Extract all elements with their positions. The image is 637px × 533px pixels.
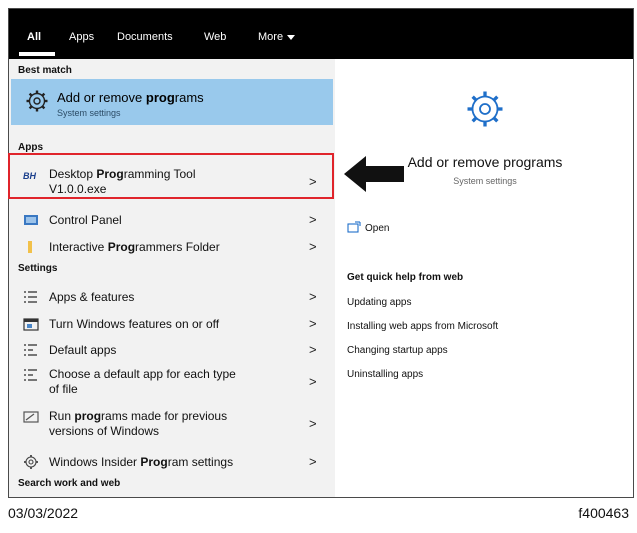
best-match-item[interactable]: Add or remove programs System settings (11, 79, 333, 125)
list-icon (24, 344, 37, 356)
tab-apps[interactable]: Apps (69, 31, 94, 43)
best-match-title: Add or remove programs (57, 90, 204, 105)
setting-label-post: rams made for previous (101, 409, 228, 423)
section-settings: Settings (18, 263, 58, 274)
chevron-right-icon[interactable]: > (309, 316, 317, 331)
setting-label: Run programs made for previous versions o… (49, 409, 227, 439)
best-match-title-post: rams (174, 90, 204, 105)
setting-default-apps[interactable]: Default apps > (9, 339, 335, 361)
list-icon (24, 291, 37, 303)
setting-label-pre: Run (49, 409, 75, 423)
app-desktop-programming-tool[interactable]: BH Desktop Programming Tool V1.0.0.exe > (9, 163, 335, 203)
setting-label-pre: Windows Insider (49, 455, 141, 469)
chevron-right-icon[interactable]: > (309, 174, 317, 189)
chevron-right-icon[interactable]: > (309, 374, 317, 389)
app-label: Interactive Programmers Folder (49, 240, 220, 255)
preview-pane: Add or remove programs System settings O… (335, 59, 633, 497)
app-control-panel[interactable]: Control Panel > (9, 209, 335, 231)
list-icon (24, 369, 37, 381)
best-match-title-pre: Add or remove (57, 90, 146, 105)
setting-label-line2: of file (49, 382, 78, 396)
help-link-updating-apps[interactable]: Updating apps (347, 297, 412, 308)
setting-label: Choose a default app for each type of fil… (49, 367, 236, 397)
tab-more-label: More (258, 31, 284, 43)
app-icon: BH (23, 171, 36, 181)
search-tabs-bar: All Apps Documents Web More (9, 9, 633, 59)
window-icon (23, 318, 39, 331)
chevron-right-icon[interactable]: > (309, 454, 317, 469)
section-best-match: Best match (18, 65, 72, 76)
section-apps: Apps (18, 142, 43, 153)
setting-run-programs-compat[interactable]: Run programs made for previous versions o… (9, 405, 335, 445)
tab-more[interactable]: More (258, 31, 296, 43)
setting-label: Turn Windows features on or off (49, 317, 220, 331)
figure-code: f400463 (578, 505, 629, 521)
app-interactive-programmers-folder[interactable]: Interactive Programmers Folder > (9, 236, 335, 258)
setting-windows-features[interactable]: Turn Windows features on or off > (9, 313, 335, 335)
setting-windows-insider[interactable]: Windows Insider Program settings > (9, 451, 335, 473)
setting-label: Windows Insider Program settings (49, 455, 233, 470)
figure-date: 03/03/2022 (8, 505, 79, 521)
setting-label-bold: prog (74, 409, 102, 423)
search-window: All Apps Documents Web More Best match A… (8, 8, 634, 498)
gear-icon (467, 91, 503, 127)
app-label-post: ramming Tool (123, 167, 196, 181)
gear-icon (24, 455, 38, 469)
compat-icon (23, 411, 39, 423)
chevron-right-icon[interactable]: > (309, 239, 317, 254)
chevron-right-icon[interactable]: > (309, 342, 317, 357)
results-list: Best match Add or remove programs System… (9, 59, 335, 497)
app-label: Desktop Programming Tool V1.0.0.exe (49, 167, 196, 197)
app-label-post: rammers Folder (135, 240, 220, 254)
tab-documents[interactable]: Documents (117, 31, 173, 43)
chevron-right-icon[interactable]: > (309, 289, 317, 304)
chevron-down-icon (287, 34, 296, 40)
tab-all[interactable]: All (27, 31, 41, 43)
gear-icon (26, 90, 48, 112)
app-label-pre: Desktop (49, 167, 97, 181)
help-link-changing-startup-apps[interactable]: Changing startup apps (347, 345, 448, 356)
section-search-web: Search work and web (18, 478, 121, 489)
setting-label-post: ram settings (167, 455, 234, 469)
app-label-bold: Prog (107, 240, 136, 254)
open-button[interactable]: Open (365, 223, 389, 234)
setting-choose-default-app[interactable]: Choose a default app for each type of fil… (9, 363, 335, 403)
help-heading: Get quick help from web (347, 272, 464, 283)
app-label-bold: Prog (96, 167, 124, 181)
control-panel-icon (24, 215, 38, 225)
chevron-right-icon[interactable]: > (309, 212, 317, 227)
best-match-title-bold: prog (145, 90, 175, 105)
best-match-subtitle: System settings (57, 108, 121, 118)
app-label-pre: Interactive (49, 240, 108, 254)
active-tab-indicator (19, 52, 55, 56)
help-link-installing-web-apps[interactable]: Installing web apps from Microsoft (347, 321, 498, 332)
setting-label-line1: Choose a default app for each type (49, 367, 236, 381)
folder-icon (28, 241, 32, 253)
arrow-left-icon (344, 156, 404, 192)
setting-label-bold: Prog (140, 455, 168, 469)
open-icon (347, 221, 361, 233)
app-label-line2: V1.0.0.exe (49, 182, 107, 196)
svg-text:BH: BH (23, 171, 36, 181)
setting-apps-features[interactable]: Apps & features > (9, 286, 335, 308)
chevron-right-icon[interactable]: > (309, 416, 317, 431)
app-label: Control Panel (49, 213, 122, 227)
setting-label-line2: versions of Windows (49, 424, 160, 438)
setting-label: Default apps (49, 343, 117, 357)
setting-label: Apps & features (49, 290, 135, 304)
tab-web[interactable]: Web (204, 31, 226, 43)
help-link-uninstalling-apps[interactable]: Uninstalling apps (347, 369, 423, 380)
